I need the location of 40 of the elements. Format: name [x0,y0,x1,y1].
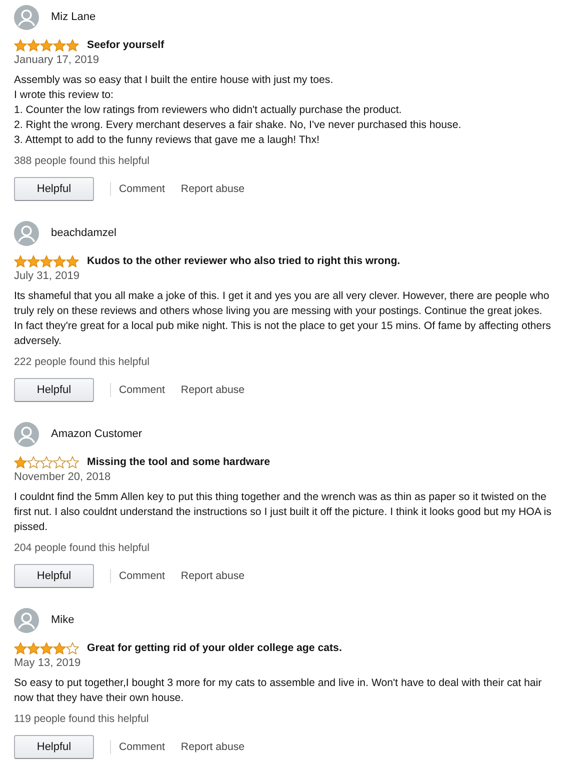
review-text: Its shameful that you all make a joke of this. I get it and yes you are all very clever. However, there are people who truly rely on these reviews and others whose living you are messing with your postings. Continue the great jokes. In fact they're great for a local pub mike night. This is not the place to get your 15 mins. Of fame by affecting others adversely. [14,289,552,349]
helpful-button[interactable]: Helpful [14,564,94,588]
review-title[interactable]: Seefor yourself [87,38,164,53]
author-name: Mike [51,613,74,628]
report-abuse-link[interactable]: Report abuse [180,182,245,196]
review-text: 2. Right the wrong. Every merchant deserves a fair shake. No, I've never purchased this house. [14,118,462,133]
helpful-count: 222 people found this helpful [14,355,150,370]
report-abuse-link[interactable]: Report abuse [180,382,245,398]
review-date: November 20, 2018 [14,470,112,485]
review-date: January 17, 2019 [14,53,100,68]
comment-link[interactable]: Comment [119,182,165,196]
report-abuse-link[interactable]: Report abuse [180,568,245,584]
review-date: July 31, 2019 [14,269,80,284]
review-text: I wrote this review to: [14,88,114,103]
review-date: May 13, 2019 [14,656,82,671]
author-name: Amazon Customer [51,427,142,442]
helpful-count: 204 people found this helpful [14,541,150,556]
review-title[interactable]: Kudos to the other reviewer who also tried to right this wrong. [87,254,400,269]
helpful-count: 388 people found this helpful [14,154,150,169]
review-text: Assembly was so easy that I built the entire house with just my toes. [14,73,334,88]
comment-link[interactable]: Comment [119,382,165,398]
helpful-button[interactable]: Helpful [14,735,94,759]
review-text: 1. Counter the low ratings from reviewers who didn't actually purchase the product. [14,103,403,118]
comment-link[interactable]: Comment [119,568,165,584]
helpful-count: 119 people found this helpful [14,712,150,727]
comment-link[interactable]: Comment [119,740,165,754]
report-abuse-link[interactable]: Report abuse [180,740,245,754]
helpful-button[interactable]: Helpful [14,177,94,201]
author-name: Miz Lane [51,10,96,25]
review-title[interactable]: Great for getting rid of your older college age cats. [87,641,342,656]
avatar-icon [14,221,39,246]
avatar-icon [14,608,39,633]
author-name: beachdamzel [51,226,116,241]
review-title[interactable]: Missing the tool and some hardware [87,455,270,470]
review-text: So easy to put together,I bought 3 more for my cats to assemble and live in. Won't have to deal with their cat hair now that they have their own house. [14,676,543,706]
review-text: 3. Attempt to add to the funny reviews that gave me a laugh! Thx! [14,133,320,148]
avatar-icon [14,5,39,30]
avatar-icon [14,422,39,447]
review-text: I couldnt find the 5mm Allen key to put this thing together and the wrench was as thin as paper so it twisted on the first nut. I also couldnt understand the instructions so I just built it off the picture. I think it looks good but my HOA is pissed. [14,490,552,535]
helpful-button[interactable]: Helpful [14,378,94,402]
